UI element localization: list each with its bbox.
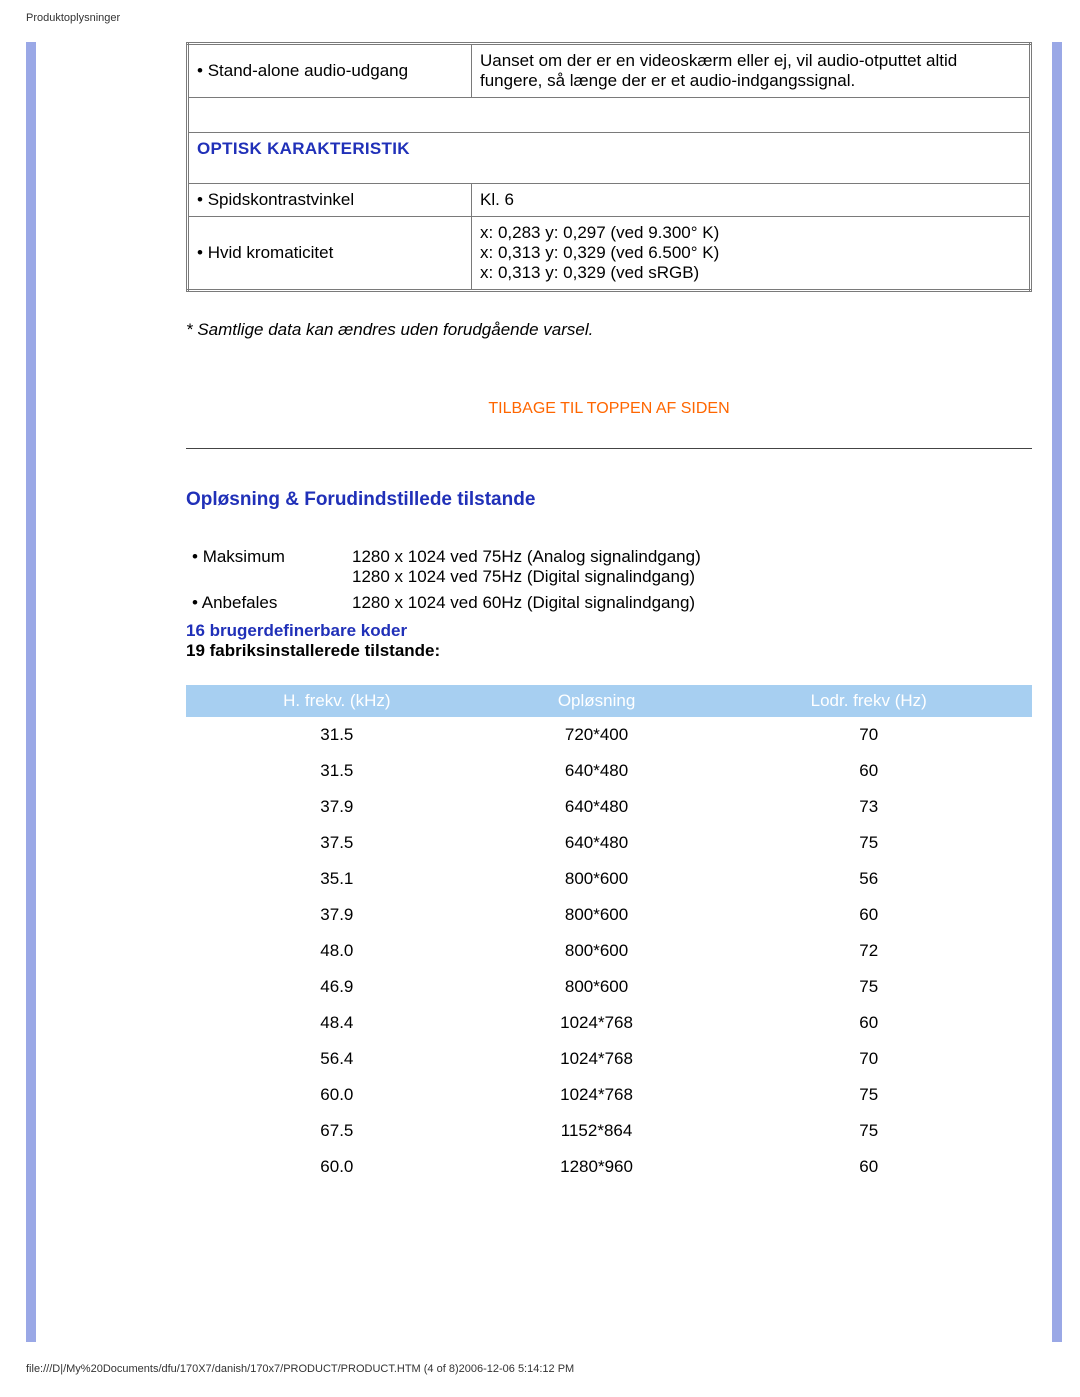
table-cell: 60 bbox=[705, 753, 1032, 789]
table-cell: 75 bbox=[705, 825, 1032, 861]
table-cell: 35.1 bbox=[186, 861, 488, 897]
table-cell: 48.4 bbox=[186, 1005, 488, 1041]
table-row: 48.0800*60072 bbox=[186, 933, 1032, 969]
table-cell: 37.5 bbox=[186, 825, 488, 861]
table-cell: 60.0 bbox=[186, 1149, 488, 1185]
table-cell: 800*600 bbox=[488, 897, 706, 933]
spec-row-value: x: 0,283 y: 0,297 (ved 9.300° K) x: 0,31… bbox=[472, 217, 1031, 291]
back-to-top-link[interactable]: TILBAGE TIL TOPPEN AF SIDEN bbox=[186, 400, 1032, 418]
table-cell: 70 bbox=[705, 1041, 1032, 1077]
reslist-value: 1280 x 1024 ved 75Hz (Analog signalindga… bbox=[352, 547, 701, 567]
table-cell: 37.9 bbox=[186, 789, 488, 825]
table-cell: 1152*864 bbox=[488, 1113, 706, 1149]
table-cell: 60 bbox=[705, 1005, 1032, 1041]
table-cell: 56 bbox=[705, 861, 1032, 897]
modes-table: H. frekv. (kHz) Opløsning Lodr. frekv (H… bbox=[186, 685, 1032, 1185]
table-cell: 60 bbox=[705, 1149, 1032, 1185]
table-cell: 60 bbox=[705, 897, 1032, 933]
table-row: 35.1800*60056 bbox=[186, 861, 1032, 897]
spec-row-value: Uanset om der er en videoskærm eller ej,… bbox=[472, 44, 1031, 98]
spec-section-title: OPTISK KARAKTERISTIK bbox=[197, 139, 410, 158]
table-row: 60.01024*76875 bbox=[186, 1077, 1032, 1113]
table-cell: 75 bbox=[705, 969, 1032, 1005]
table-cell: 48.0 bbox=[186, 933, 488, 969]
factory-modes-label: 19 fabriksinstallerede tilstande: bbox=[186, 641, 440, 660]
table-cell: 46.9 bbox=[186, 969, 488, 1005]
table-cell: 1024*768 bbox=[488, 1041, 706, 1077]
table-cell: 56.4 bbox=[186, 1041, 488, 1077]
table-cell: 70 bbox=[705, 717, 1032, 753]
table-cell: 72 bbox=[705, 933, 1032, 969]
spec-row-label: Hvid kromaticitet bbox=[197, 243, 333, 262]
table-cell: 75 bbox=[705, 1077, 1032, 1113]
table-row: 60.01280*96060 bbox=[186, 1149, 1032, 1185]
footnote: * Samtlige data kan ændres uden forudgåe… bbox=[186, 320, 1032, 340]
modes-th: Lodr. frekv (Hz) bbox=[705, 685, 1032, 717]
section-heading: Opløsning & Forudindstillede tilstande bbox=[186, 489, 1032, 511]
table-row: 37.5640*48075 bbox=[186, 825, 1032, 861]
table-row: 46.9800*60075 bbox=[186, 969, 1032, 1005]
modes-th: Opløsning bbox=[488, 685, 706, 717]
page-footer: file:///D|/My%20Documents/dfu/170X7/dani… bbox=[26, 1363, 574, 1375]
table-cell: 640*480 bbox=[488, 753, 706, 789]
modes-th: H. frekv. (kHz) bbox=[186, 685, 488, 717]
left-accent-bar bbox=[26, 42, 36, 1342]
table-cell: 31.5 bbox=[186, 753, 488, 789]
table-row: 37.9640*48073 bbox=[186, 789, 1032, 825]
table-cell: 1024*768 bbox=[488, 1077, 706, 1113]
spec-row-label: Stand-alone audio-udgang bbox=[197, 61, 408, 80]
spec-row-label: Spidskontrastvinkel bbox=[197, 190, 354, 209]
table-row: 37.9800*60060 bbox=[186, 897, 1032, 933]
table-row: 48.41024*76860 bbox=[186, 1005, 1032, 1041]
table-row: 31.5720*40070 bbox=[186, 717, 1032, 753]
table-cell: 800*600 bbox=[488, 861, 706, 897]
table-cell: 640*480 bbox=[488, 789, 706, 825]
spec-table: Stand-alone audio-udgang Uanset om der e… bbox=[186, 42, 1032, 292]
table-cell: 75 bbox=[705, 1113, 1032, 1149]
table-cell: 37.9 bbox=[186, 897, 488, 933]
table-cell: 1024*768 bbox=[488, 1005, 706, 1041]
table-cell: 1280*960 bbox=[488, 1149, 706, 1185]
table-cell: 31.5 bbox=[186, 717, 488, 753]
table-cell: 800*600 bbox=[488, 933, 706, 969]
table-cell: 60.0 bbox=[186, 1077, 488, 1113]
table-cell: 800*600 bbox=[488, 969, 706, 1005]
reslist-label: Maksimum bbox=[192, 547, 285, 566]
table-cell: 67.5 bbox=[186, 1113, 488, 1149]
page-header: Produktoplysninger bbox=[26, 12, 120, 24]
right-accent-bar bbox=[1052, 42, 1062, 1342]
table-cell: 73 bbox=[705, 789, 1032, 825]
spec-row-value: Kl. 6 bbox=[472, 184, 1031, 217]
divider bbox=[186, 448, 1032, 449]
table-row: 67.51152*86475 bbox=[186, 1113, 1032, 1149]
table-row: 31.5640*48060 bbox=[186, 753, 1032, 789]
table-row: 56.41024*76870 bbox=[186, 1041, 1032, 1077]
reslist-value: 1280 x 1024 ved 60Hz (Digital signalindg… bbox=[352, 593, 695, 613]
table-cell: 640*480 bbox=[488, 825, 706, 861]
user-modes-link[interactable]: 16 brugerdefinerbare koder bbox=[186, 621, 407, 640]
reslist-value: 1280 x 1024 ved 75Hz (Digital signalindg… bbox=[352, 567, 701, 587]
reslist-label: Anbefales bbox=[192, 593, 277, 612]
table-cell: 720*400 bbox=[488, 717, 706, 753]
